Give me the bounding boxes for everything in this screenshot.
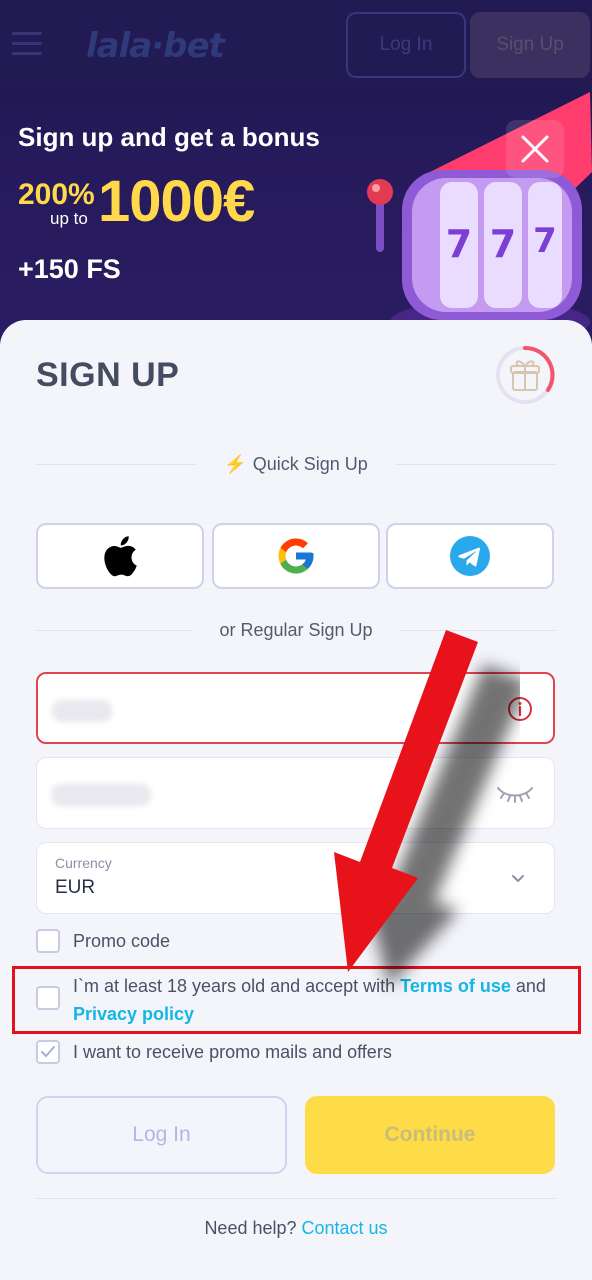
apple-signup-button[interactable] xyxy=(36,523,204,589)
currency-value: EUR xyxy=(55,877,96,898)
promo-code-checkbox[interactable] xyxy=(36,929,60,953)
telegram-signup-button[interactable] xyxy=(386,523,554,589)
banner-amount: 1000€ xyxy=(98,169,255,234)
promo-mails-row[interactable]: I want to receive promo mails and offers xyxy=(36,1040,392,1066)
check-icon xyxy=(41,1046,55,1058)
banner-up-to: up to xyxy=(50,209,88,228)
quick-signup-divider: ⚡ Quick Sign Up xyxy=(36,452,557,476)
close-icon xyxy=(521,135,549,163)
promo-mails-label: I want to receive promo mails and offers xyxy=(73,1042,392,1062)
banner-title: Sign up and get a bonus xyxy=(18,122,320,152)
google-signup-button[interactable] xyxy=(212,523,380,589)
gift-icon[interactable] xyxy=(494,344,556,406)
header-login-button[interactable]: Log In xyxy=(346,12,466,78)
telegram-icon xyxy=(450,536,490,576)
annotation-arrow xyxy=(334,630,520,987)
page-title: SIGN UP xyxy=(36,356,180,394)
help-text: Need help? xyxy=(204,1218,302,1238)
email-value-blurred xyxy=(52,700,112,722)
promo-code-row[interactable]: Promo code xyxy=(36,929,170,955)
bonus-banner: lala·bet Log In Sign Up Sign up and get … xyxy=(0,0,592,360)
apple-icon xyxy=(104,536,137,577)
promo-mails-checkbox[interactable] xyxy=(36,1040,60,1064)
svg-text:7: 7 xyxy=(490,222,516,266)
google-icon xyxy=(278,538,314,574)
banner-percent: 200% xyxy=(18,178,95,211)
help-row: Need help? Contact us xyxy=(0,1218,592,1239)
logo[interactable]: lala·bet xyxy=(86,26,225,66)
footer-divider xyxy=(36,1198,556,1199)
login-button[interactable]: Log In xyxy=(36,1096,287,1174)
contact-us-link[interactable]: Contact us xyxy=(302,1218,388,1238)
banner-free-spins: +150 FS xyxy=(18,254,121,284)
svg-text:7: 7 xyxy=(446,222,472,266)
menu-icon[interactable] xyxy=(12,30,44,58)
top-bar: lala·bet Log In Sign Up xyxy=(0,0,592,92)
close-banner-button[interactable] xyxy=(506,120,564,178)
continue-button[interactable]: Continue xyxy=(305,1096,555,1174)
quick-signup-label: Quick Sign Up xyxy=(252,453,368,474)
svg-text:7: 7 xyxy=(533,221,557,261)
header-signup-button[interactable]: Sign Up xyxy=(470,12,590,78)
promo-code-label: Promo code xyxy=(73,931,171,951)
currency-label: Currency xyxy=(55,855,112,871)
lightning-icon: ⚡ xyxy=(224,453,247,474)
password-value-blurred xyxy=(51,784,151,806)
